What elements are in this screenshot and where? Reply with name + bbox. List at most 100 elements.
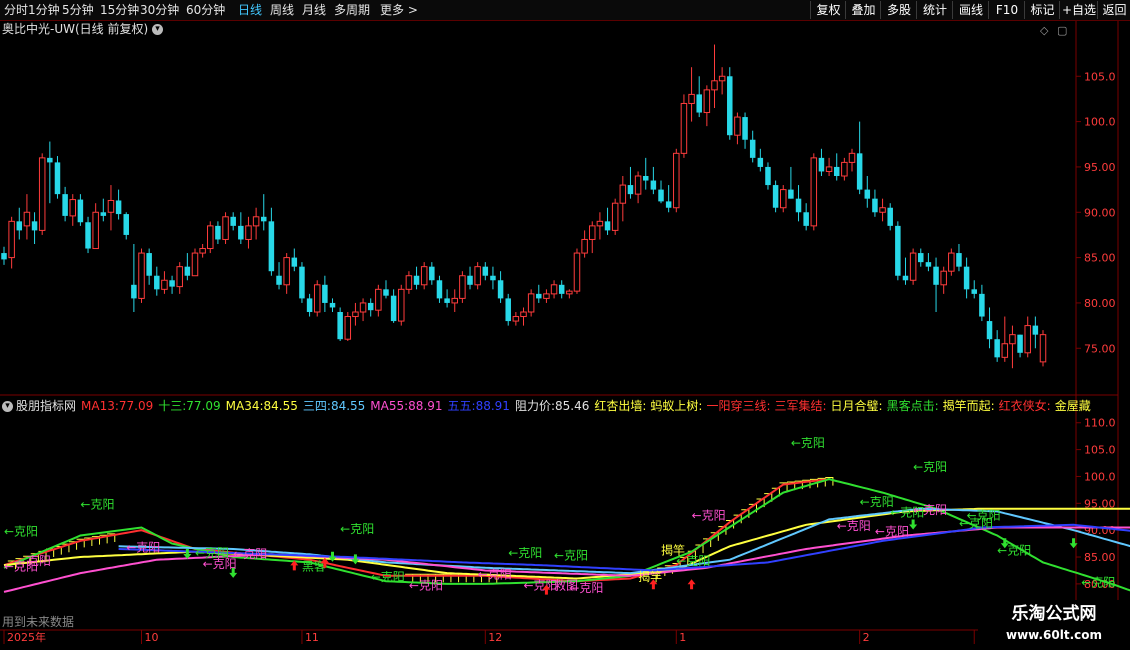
signal-label: ←克阳: [967, 508, 1001, 522]
indicator-value-5: 五五:88.91: [448, 399, 510, 413]
indicator-label: 五五:: [447, 399, 476, 413]
candle: [772, 180, 779, 213]
signal-label: ←克阳: [508, 546, 542, 560]
signal-name-1: 蚂蚁上树:: [650, 399, 703, 413]
tab-5[interactable]: 60分钟: [186, 2, 225, 18]
tab-4[interactable]: 30分钟: [140, 2, 179, 18]
tab-3[interactable]: 15分钟: [100, 2, 139, 18]
chart-title: 奥比中光-UW(日线 前复权) ▾: [2, 21, 163, 37]
indicator-number: 84.55: [330, 399, 366, 413]
candle: [727, 67, 733, 140]
indicator-tick-label: 110.0: [1084, 417, 1116, 430]
candle: [505, 293, 511, 326]
tab-6[interactable]: 日线: [238, 2, 262, 18]
candle: [527, 289, 535, 317]
signal-name-6: 揭竿而起:: [942, 399, 995, 413]
signal-label: ←克阳: [80, 498, 114, 512]
tab-9[interactable]: 多周期: [334, 2, 370, 18]
indicator-value-1: 十三:77.09: [158, 399, 220, 413]
signal-label: ←克阳: [554, 549, 588, 563]
signal-label: ←克阳: [860, 495, 894, 509]
signal-name-5: 黑客点击:: [886, 399, 939, 413]
signal-label: ←克阳: [913, 460, 947, 474]
diamond-icon[interactable]: ◇: [1040, 24, 1049, 37]
chart-canvas: ◇ ▢ 105.0 100.0 95.00 90.00 85.00 80.00 75.00 1…: [0, 20, 1130, 650]
future-data-note: 用到未来数据: [2, 615, 75, 629]
chevron-down-icon[interactable]: ▾: [152, 24, 163, 35]
indicator-menu-icon[interactable]: ▾: [2, 401, 13, 412]
candle: [611, 198, 619, 235]
candle: [313, 280, 321, 317]
indicator-number: 77.09: [186, 399, 221, 413]
toolbar-button-6[interactable]: 标记: [1024, 1, 1060, 19]
indicator-label: MA55:: [370, 399, 409, 413]
window-icon[interactable]: ▢: [1057, 24, 1067, 37]
candle: [474, 262, 481, 290]
candle: [344, 312, 352, 342]
toolbar-button-1[interactable]: 叠加: [845, 1, 881, 19]
price-tick-label: 75.00: [1084, 342, 1116, 355]
indicator-number: 85.46: [554, 399, 590, 413]
candle: [299, 262, 305, 303]
indicator-number: 77.09: [118, 399, 154, 413]
signal-label: ←克阳: [203, 557, 237, 571]
tab-1[interactable]: 1分钟: [28, 2, 60, 18]
candle: [337, 307, 343, 342]
price-tick-label: 105.0: [1084, 70, 1116, 83]
tab-8[interactable]: 月线: [302, 2, 326, 18]
signal-label: ←克阳: [875, 525, 909, 539]
signal-name-2: 一阳穿三线:: [706, 399, 771, 413]
signal-name-4: 日月合璧:: [830, 399, 883, 413]
toolbar-button-2[interactable]: 多股: [880, 1, 917, 19]
candle: [38, 153, 46, 235]
signal-label: ←克阳: [409, 578, 443, 592]
tab-0[interactable]: 分时: [4, 2, 28, 18]
indicator-value-6: 阻力价:85.46: [515, 399, 589, 413]
toolbar-button-5[interactable]: F10: [988, 1, 1025, 19]
signal-label: ←克阳: [4, 525, 38, 539]
signal-label: ←克阳: [997, 543, 1031, 557]
toolbar-button-0[interactable]: 复权: [810, 1, 846, 19]
signal-label: ←克阳: [791, 436, 825, 450]
indicator-name[interactable]: 股朋指标网: [16, 399, 76, 413]
candle: [680, 94, 688, 158]
candle: [895, 221, 901, 281]
tab-2[interactable]: 5分钟: [62, 2, 94, 18]
watermark-line1: 乐淘公式网: [1011, 604, 1097, 624]
signal-label: ←克阳: [692, 508, 726, 522]
indicator-number: 84.55: [263, 399, 298, 413]
candle: [909, 248, 917, 285]
price-tick-label: 90.00: [1084, 206, 1116, 219]
date-label: 11: [305, 631, 319, 644]
toolbar-button-7[interactable]: +自选: [1059, 1, 1098, 19]
toolbar-button-8[interactable]: 返回: [1097, 1, 1130, 19]
indicator-tick-label: 85.00: [1084, 551, 1116, 564]
period-toolbar: 分时 1分钟 5分钟 15分钟 30分钟 60分钟 日线 周线 月线 多周期 更多 > 复权 叠加 多股统…: [0, 0, 1130, 21]
signal-label: ←克阳: [371, 570, 405, 584]
signal-label: ←克阳: [837, 519, 871, 533]
indicator-label: MA34:: [225, 399, 264, 413]
indicator-header: ▾ 股朋指标网 MA13:77.09 十三:77.09 MA34:84.55 三四:84.…: [2, 398, 1095, 414]
signal-label: ←克阳: [233, 547, 267, 561]
price-tick-label: 95.00: [1084, 161, 1116, 174]
signal-label: ←克阳: [478, 568, 512, 582]
date-label: 2025年: [7, 630, 46, 644]
candle: [1039, 330, 1047, 367]
toolbar-button-4[interactable]: 画线: [952, 1, 989, 19]
tab-7[interactable]: 周线: [270, 2, 294, 18]
candle: [191, 248, 199, 277]
date-label: 10: [145, 631, 159, 644]
tab-10[interactable]: 更多 >: [380, 2, 418, 18]
toolbar-button-3[interactable]: 统计: [916, 1, 953, 19]
signal-label: ←克阳: [1081, 576, 1115, 590]
candle: [207, 221, 214, 254]
candle: [398, 284, 405, 326]
candle: [138, 248, 145, 303]
price-tick-label: 85.00: [1084, 252, 1116, 265]
stock-title: 奥比中光-UW(日线 前复权): [2, 22, 149, 36]
signal-name-3: 三军集结:: [774, 399, 827, 413]
candle: [420, 262, 428, 290]
candle: [948, 248, 955, 276]
signal-label: ←克阳: [340, 522, 374, 536]
indicator-label: MA13:: [81, 399, 119, 413]
